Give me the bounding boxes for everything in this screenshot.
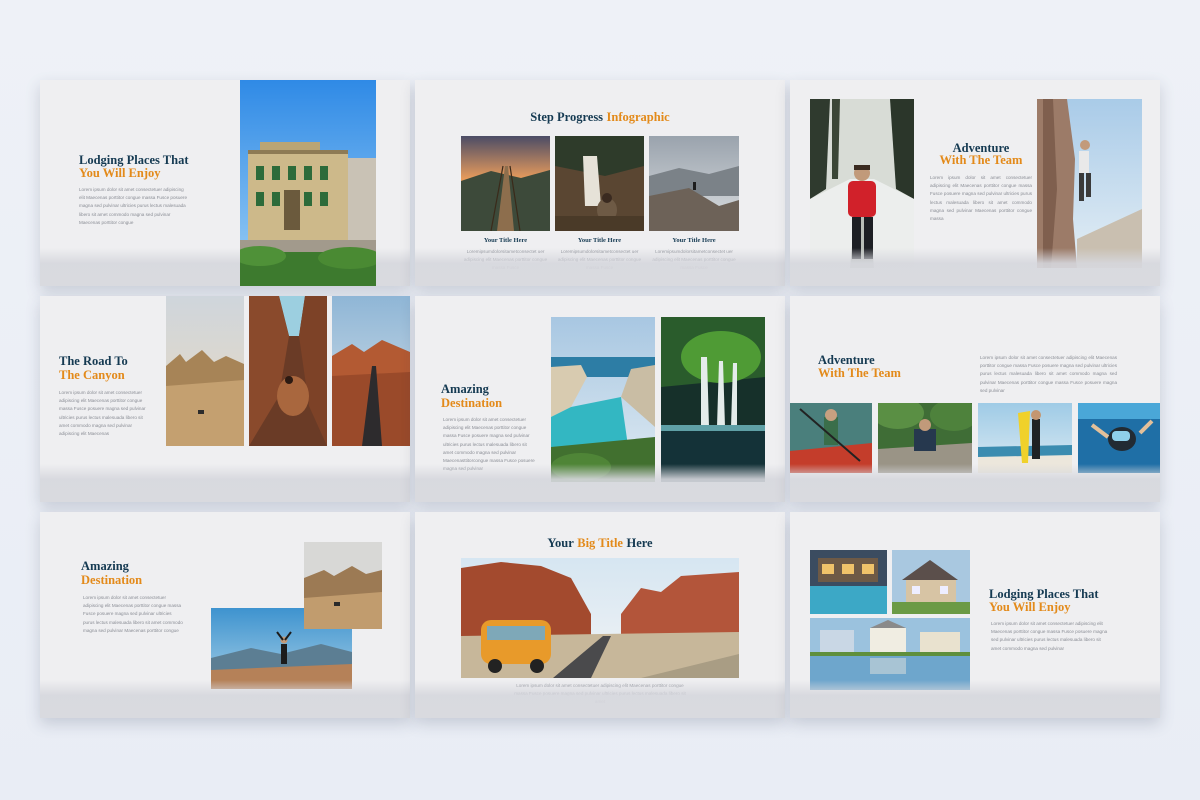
slide-amazing-destination[interactable]: Amazing Destination Lorem ipsum dolor si… bbox=[415, 296, 785, 502]
slide-title: The Road To bbox=[59, 354, 128, 368]
slide-big-title[interactable]: Your Big Title Here Lorem ipsum dolor si… bbox=[415, 512, 785, 718]
step-title-1: Your Title Here bbox=[483, 237, 528, 244]
step-body-2: Loremipsumdolorsitametconsectet uer adip… bbox=[557, 249, 642, 271]
surfer-photo bbox=[978, 403, 1072, 473]
camper-photo bbox=[878, 403, 972, 473]
slide-lodging-places-2[interactable]: Lodging Places That You Will Enjoy Lorem… bbox=[790, 512, 1160, 718]
slide-adventure-team-2[interactable]: Adventure With The Team Lorem ipsum dolo… bbox=[790, 296, 1160, 502]
slide-title-accent: With The Team bbox=[939, 153, 1023, 167]
bridge-photo bbox=[461, 136, 550, 231]
van-canyon-photo bbox=[461, 558, 739, 678]
lagoon-photo bbox=[551, 317, 655, 482]
kayak-photo bbox=[790, 403, 872, 473]
slide-title: Amazing bbox=[81, 559, 129, 573]
slide-body-text: Lorem ipsum dolor sit amet consectetuer … bbox=[991, 621, 1108, 651]
slide-title-accent: You Will Enjoy bbox=[79, 166, 161, 180]
slide-road-canyon[interactable]: The Road To The Canyon Lorem ipsum dolor… bbox=[40, 296, 410, 502]
hiker-snow-photo bbox=[810, 99, 914, 268]
waterfall-photo bbox=[555, 136, 644, 231]
slot-canyon-photo bbox=[249, 296, 327, 446]
climber-photo bbox=[1037, 99, 1142, 268]
slide-body-text: Lorem ipsum dolor sit amet consectetuer … bbox=[980, 355, 1117, 393]
slide-body-text: Lorem ipsum dolor sit amet consectetuer … bbox=[83, 595, 183, 633]
slide-lodging-places[interactable]: Lodging Places That You Will Enjoy Lorem… bbox=[40, 80, 410, 286]
slide-body-text: Lorem ipsum dolor sit amet consectetuer … bbox=[514, 683, 686, 705]
cliff-photo bbox=[649, 136, 739, 231]
slide-title-accent: You Will Enjoy bbox=[989, 600, 1071, 614]
step-body-1: Loremipsumdolorsitametconsectet uer adip… bbox=[463, 249, 548, 271]
pool-house-photo bbox=[810, 550, 887, 614]
slide-title: Step Progress Infographic bbox=[530, 110, 670, 124]
desert-vehicle-photo bbox=[304, 542, 382, 629]
mansion-photo bbox=[240, 80, 376, 286]
slide-title: Your Big Title Here bbox=[547, 536, 653, 550]
step-title-2: Your Title Here bbox=[577, 237, 622, 244]
slide-amazing-destination-2[interactable]: Amazing Destination Lorem ipsum dolor si… bbox=[40, 512, 410, 718]
slide-body-text: Lorem ipsum dolor sit amet consectetuer … bbox=[930, 175, 1032, 222]
slide-title-accent: With The Team bbox=[818, 366, 901, 380]
diver-photo bbox=[1078, 403, 1160, 473]
desert-photo bbox=[166, 296, 244, 446]
step-title-3: Your Title Here bbox=[672, 237, 716, 244]
slide-body-text: Lorem ipsum dolor sit amet consectetuer … bbox=[59, 390, 146, 437]
lakeside-homes-photo bbox=[810, 618, 970, 690]
slide-title: Amazing bbox=[441, 382, 489, 396]
mossy-waterfall-photo bbox=[661, 317, 765, 482]
canyon-road-photo bbox=[332, 296, 410, 446]
slide-title-accent: Destination bbox=[81, 573, 143, 587]
step-body-3: Loremipsumdolorsitametconsectet uer adip… bbox=[652, 249, 736, 271]
suburban-house-photo bbox=[892, 550, 970, 614]
slide-body-text: Lorem ipsum dolor sit amet consectetuer … bbox=[79, 187, 188, 225]
slide-title-accent: Destination bbox=[441, 396, 503, 410]
slide-body-text: Lorem ipsum dolor sit amet consectetuer … bbox=[443, 417, 535, 472]
slide-adventure-team[interactable]: Adventure With The Team Lorem ipsum dolo… bbox=[790, 80, 1160, 286]
slide-title-accent: The Canyon bbox=[59, 368, 125, 382]
slide-step-progress[interactable]: Step Progress Infographic Your Title Her… bbox=[415, 80, 785, 286]
